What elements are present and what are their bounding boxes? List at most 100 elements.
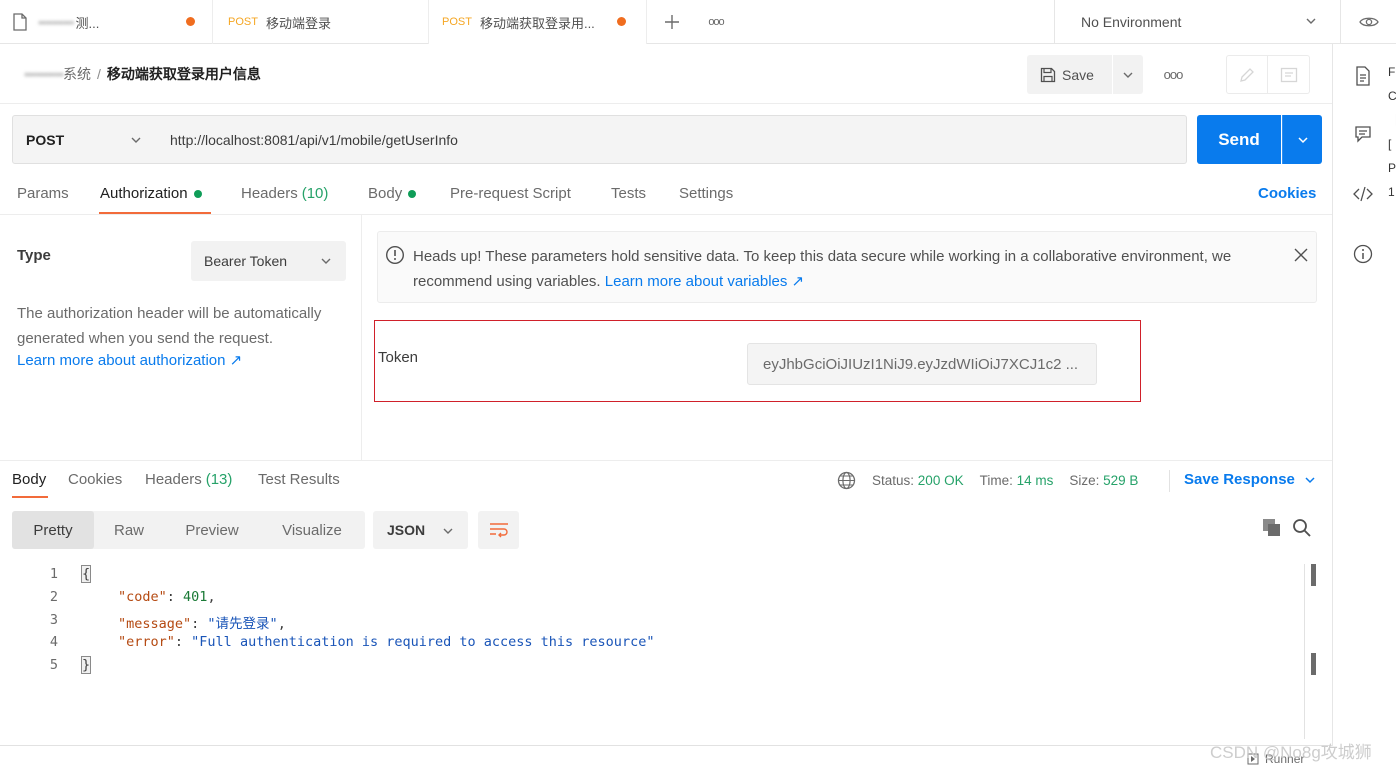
view-raw[interactable]: Raw — [96, 511, 162, 549]
breadcrumb-separator: / — [97, 66, 101, 82]
wrap-lines-button[interactable] — [478, 511, 519, 549]
info-button[interactable] — [1351, 242, 1375, 266]
response-tab-body[interactable]: Body — [12, 471, 46, 488]
view-preview[interactable]: Preview — [170, 511, 254, 549]
json-comma: , — [207, 589, 216, 605]
tab-count: (10) — [301, 185, 329, 202]
response-format-select[interactable]: JSON — [373, 511, 468, 549]
response-tab-test-results[interactable]: Test Results — [258, 471, 340, 488]
url-input[interactable]: http://localhost:8081/api/v1/mobile/getU… — [156, 115, 1187, 164]
breadcrumb-blurred: •••••••••• — [24, 66, 64, 82]
view-pretty[interactable]: Pretty — [12, 511, 94, 549]
token-value: eyJhbGciOiJIUzI1NiJ9.eyJzdWIiOiJ7XCJ1c2 … — [763, 355, 1079, 373]
format-value: JSON — [387, 522, 426, 538]
send-label: Send — [1218, 129, 1260, 149]
tab-tests[interactable]: Tests — [611, 185, 646, 202]
edge-char: C — [1388, 89, 1396, 103]
response-tab-cookies[interactable]: Cookies — [68, 471, 122, 488]
size-label: Size: — [1069, 473, 1100, 488]
plus-icon — [665, 15, 679, 29]
json-comma: , — [277, 616, 286, 632]
json-colon: : — [166, 589, 184, 605]
environment-selector[interactable]: No Environment — [1054, 0, 1339, 44]
tab-authorization[interactable]: Authorization — [100, 185, 202, 202]
tab-headers[interactable]: Headers (10) — [241, 185, 328, 202]
learn-more-authorization-link[interactable]: Learn more about authorization ↗ — [17, 351, 242, 369]
documentation-button[interactable] — [1351, 64, 1375, 88]
auth-description: The authorization header will be automat… — [17, 305, 322, 347]
tab-label: Authorization — [100, 185, 188, 202]
json-key: "message" — [118, 616, 192, 632]
wrap-lines-icon — [489, 523, 508, 538]
tab-title: 测... — [75, 15, 100, 31]
tab-params[interactable]: Params — [17, 185, 69, 202]
json-key: "error" — [118, 634, 175, 650]
view-label: Pretty — [33, 521, 73, 539]
scrollbar-thumb[interactable] — [1311, 564, 1316, 586]
tabs-more-button[interactable]: ooo — [700, 0, 732, 44]
request-more-button[interactable]: ooo — [1158, 55, 1188, 94]
chevron-down-icon — [321, 258, 331, 264]
send-options-button[interactable] — [1282, 115, 1322, 164]
token-input[interactable]: eyJhbGciOiJIUzI1NiJ9.eyJzdWIiOiJ7XCJ1c2 … — [747, 343, 1097, 385]
editor-scroll-track[interactable] — [1304, 564, 1305, 739]
search-icon[interactable] — [1292, 518, 1312, 538]
comment-icon — [1355, 126, 1371, 143]
auth-type-select[interactable]: Bearer Token — [191, 241, 346, 281]
save-icon — [1040, 67, 1056, 82]
tab-title: 移动端登录 — [265, 15, 331, 31]
send-button[interactable]: Send — [1197, 115, 1281, 164]
edge-char: 1 — [1388, 185, 1395, 199]
tab-label: Pre-request Script — [450, 185, 571, 202]
copy-icon[interactable] — [1262, 518, 1282, 538]
documentation-toggle-button[interactable] — [1268, 55, 1310, 94]
tab-body[interactable]: Body — [368, 185, 417, 202]
tab-prerequest-script[interactable]: Pre-request Script — [450, 185, 571, 202]
request-tab-1[interactable]: •••••••••• 测... — [0, 0, 213, 44]
environment-quick-look-button[interactable] — [1340, 0, 1396, 44]
json-key: "code" — [118, 589, 167, 605]
save-response-button[interactable]: Save Response — [1184, 471, 1316, 488]
code-line: } — [80, 656, 92, 674]
document-icon — [1356, 66, 1370, 86]
breadcrumb-current[interactable]: 移动端获取登录用户信息 — [107, 64, 261, 84]
status-value[interactable]: 200 OK — [918, 473, 964, 488]
view-visualize[interactable]: Visualize — [266, 511, 358, 549]
tab-label: Tests — [611, 185, 647, 202]
close-icon[interactable] — [1293, 247, 1309, 263]
save-response-label: Save Response — [1184, 471, 1295, 488]
top-tab-bar: •••••••••• 测... POST 移动端登录 POST 移动端获取登录用… — [0, 0, 1396, 45]
response-tab-headers[interactable]: Headers (13) — [145, 471, 232, 488]
save-button[interactable]: Save — [1027, 55, 1112, 94]
code-line: "message": "请先登录", — [118, 612, 286, 632]
notice-message: Heads up! These parameters hold sensitiv… — [413, 248, 1232, 290]
open-brace: { — [80, 565, 92, 583]
comments-button[interactable] — [1351, 122, 1375, 146]
new-tab-button[interactable] — [658, 0, 686, 44]
request-tab-2[interactable]: POST 移动端登录 — [213, 0, 429, 44]
pane-splitter[interactable] — [361, 215, 362, 460]
save-label: Save — [1062, 66, 1094, 83]
code-icon — [1353, 186, 1373, 202]
learn-more-variables-link[interactable]: Learn more about variables ↗ — [605, 273, 804, 290]
tab-settings[interactable]: Settings — [679, 185, 733, 202]
size-value[interactable]: 529 B — [1103, 473, 1138, 488]
request-tab-3-active[interactable]: POST 移动端获取登录用... — [429, 0, 647, 45]
breadcrumb-parent[interactable]: 系统 — [63, 64, 91, 84]
edge-char: F — [1388, 65, 1396, 79]
cookies-link[interactable]: Cookies — [1258, 185, 1316, 202]
time-label: Time: — [979, 473, 1013, 488]
http-method-select[interactable]: POST — [12, 115, 157, 164]
tab-method: POST — [228, 16, 258, 28]
sensitive-data-notice: Heads up! These parameters hold sensitiv… — [377, 231, 1317, 303]
divider[interactable] — [0, 460, 1332, 461]
time-value[interactable]: 14 ms — [1017, 473, 1054, 488]
code-snippet-button[interactable] — [1351, 182, 1375, 206]
scrollbar-thumb[interactable] — [1311, 653, 1316, 675]
code-line: { — [80, 565, 92, 583]
edit-button[interactable] — [1226, 55, 1268, 94]
tab-title-blurred: •••••••••• — [38, 14, 75, 30]
save-options-button[interactable] — [1113, 55, 1143, 94]
globe-icon[interactable] — [837, 471, 856, 490]
status-label: Status: — [872, 473, 915, 488]
